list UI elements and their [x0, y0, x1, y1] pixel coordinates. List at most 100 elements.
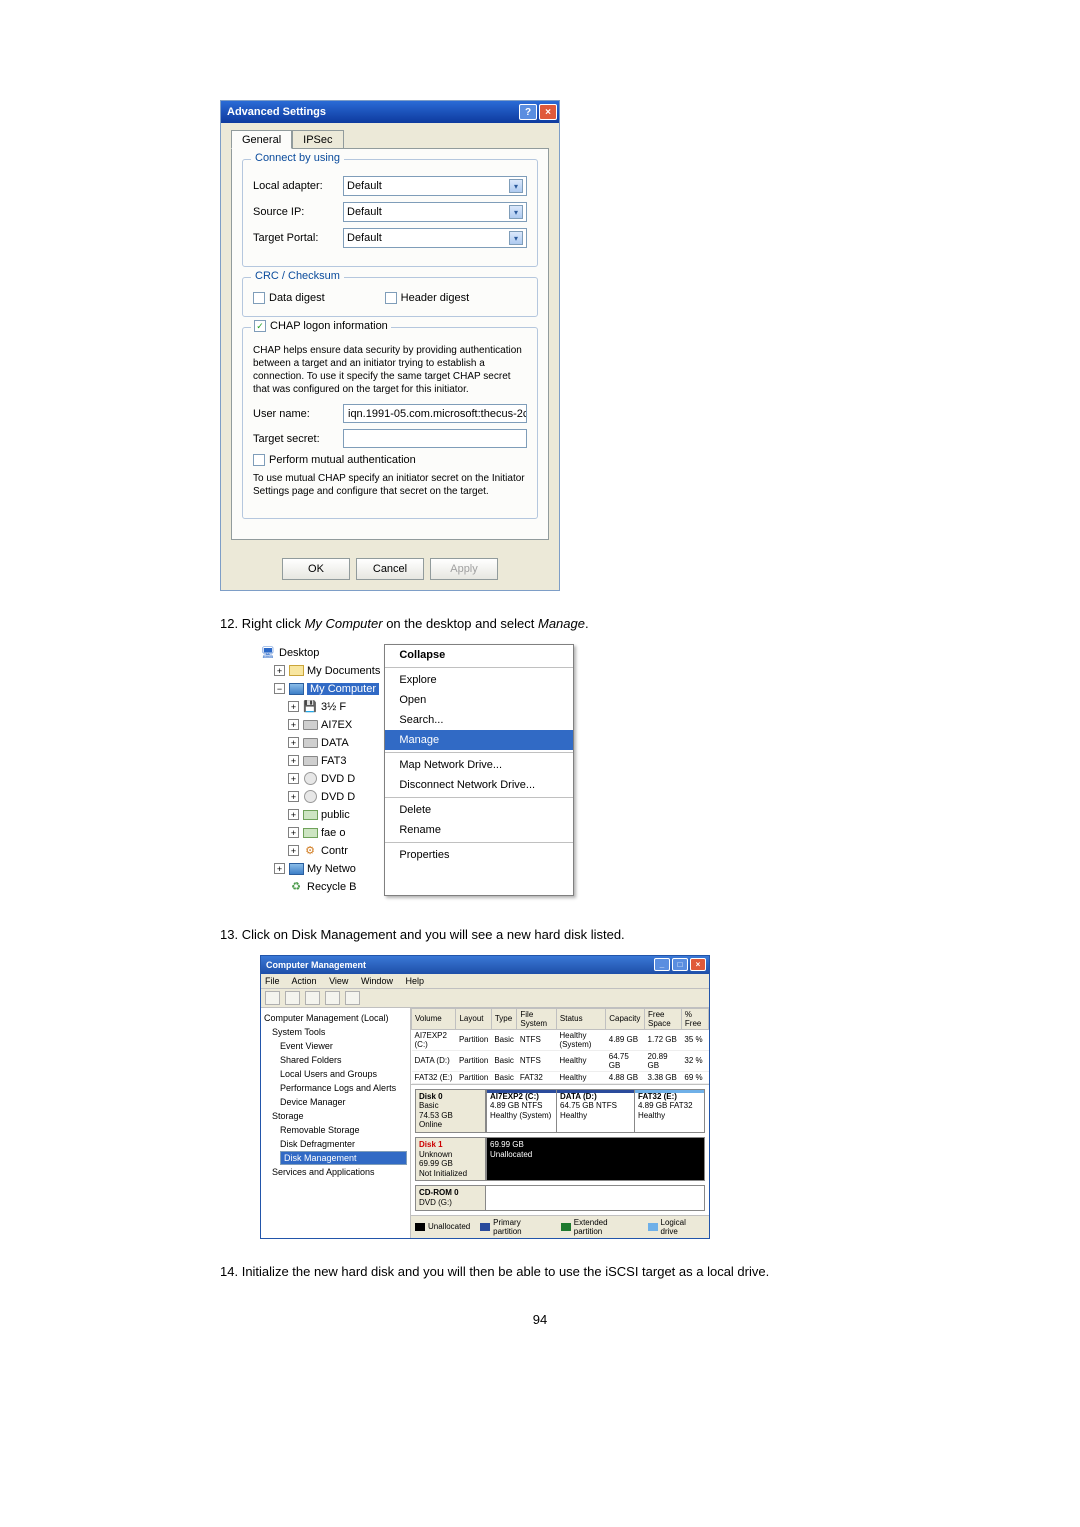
table-row[interactable]: DATA (D:)PartitionBasicNTFSHealthy64.75 …: [412, 1050, 709, 1071]
data-digest-checkbox[interactable]: [253, 292, 265, 304]
tree-node[interactable]: My Documents: [307, 665, 380, 677]
cancel-button[interactable]: Cancel: [356, 558, 424, 580]
tree-node[interactable]: DVD D: [321, 773, 355, 785]
expand-icon[interactable]: +: [288, 719, 299, 730]
expand-icon[interactable]: +: [288, 845, 299, 856]
expand-icon[interactable]: +: [274, 863, 285, 874]
tab-ipsec[interactable]: IPSec: [292, 130, 343, 149]
col-pct[interactable]: % Free: [681, 1008, 708, 1029]
minimize-icon[interactable]: _: [654, 958, 670, 971]
tree-node[interactable]: 3½ F: [321, 701, 346, 713]
help-icon[interactable]: ?: [519, 104, 537, 120]
menu-item-manage[interactable]: Manage: [385, 730, 573, 750]
tree-node[interactable]: Storage: [272, 1109, 407, 1123]
menu-item-open[interactable]: Open: [385, 690, 573, 710]
expand-icon[interactable]: +: [274, 665, 285, 676]
partition-e[interactable]: FAT32 (E:)4.89 GB FAT32Healthy: [634, 1090, 704, 1132]
col-capacity[interactable]: Capacity: [606, 1008, 645, 1029]
tree-node[interactable]: System Tools: [272, 1025, 407, 1039]
expand-icon[interactable]: +: [288, 827, 299, 838]
dialog-titlebar[interactable]: Advanced Settings ? ×: [221, 101, 559, 123]
close-icon[interactable]: ×: [690, 958, 706, 971]
col-fs[interactable]: File System: [517, 1008, 557, 1029]
target-secret-label: Target secret:: [253, 433, 343, 445]
menu-item-collapse[interactable]: Collapse: [385, 645, 573, 665]
tree-node[interactable]: Device Manager: [280, 1095, 407, 1109]
menu-item-rename[interactable]: Rename: [385, 820, 573, 840]
menu-action[interactable]: Action: [292, 976, 317, 986]
partition-c[interactable]: AI7EXP2 (C:)4.89 GB NTFSHealthy (System): [486, 1090, 556, 1132]
tree-node-disk-management[interactable]: Disk Management: [280, 1151, 407, 1165]
tree-node[interactable]: public: [321, 809, 350, 821]
tree-node[interactable]: My Netwo: [307, 863, 356, 875]
expand-icon[interactable]: +: [288, 701, 299, 712]
chap-logon-checkbox[interactable]: ✓: [254, 320, 266, 332]
menu-item-properties[interactable]: Properties: [385, 845, 573, 865]
expand-icon[interactable]: +: [288, 809, 299, 820]
menu-view[interactable]: View: [329, 976, 348, 986]
expand-icon[interactable]: +: [288, 755, 299, 766]
toolbar-button[interactable]: [325, 991, 340, 1005]
expand-icon[interactable]: +: [288, 791, 299, 802]
mutual-auth-checkbox[interactable]: [253, 454, 265, 466]
disk-0-row[interactable]: Disk 0Basic74.53 GBOnline AI7EXP2 (C:)4.…: [415, 1089, 705, 1133]
target-portal-select[interactable]: Default ▾: [343, 228, 527, 248]
close-icon[interactable]: ×: [539, 104, 557, 120]
tree-node[interactable]: Contr: [321, 845, 348, 857]
header-digest-checkbox[interactable]: [385, 292, 397, 304]
tree-node[interactable]: fae o: [321, 827, 345, 839]
ok-button[interactable]: OK: [282, 558, 350, 580]
apply-button[interactable]: Apply: [430, 558, 498, 580]
cdrom-row[interactable]: CD-ROM 0DVD (G:): [415, 1185, 705, 1210]
tree-node[interactable]: Services and Applications: [272, 1165, 407, 1179]
menu-item-disconnect-drive[interactable]: Disconnect Network Drive...: [385, 775, 573, 795]
tree-node[interactable]: Disk Defragmenter: [280, 1137, 407, 1151]
collapse-icon[interactable]: −: [274, 683, 285, 694]
menu-separator: [385, 842, 573, 843]
tree-node[interactable]: DATA: [321, 737, 349, 749]
tab-general[interactable]: General: [231, 130, 292, 149]
expand-icon[interactable]: +: [288, 737, 299, 748]
table-row[interactable]: FAT32 (E:)PartitionBasicFAT32Healthy4.88…: [412, 1071, 709, 1083]
table-row[interactable]: AI7EXP2 (C:)PartitionBasicNTFSHealthy (S…: [412, 1029, 709, 1050]
user-name-input[interactable]: iqn.1991-05.com.microsoft:thecus-2c1fb4b…: [343, 404, 527, 423]
source-ip-select[interactable]: Default ▾: [343, 202, 527, 222]
menu-file[interactable]: File: [265, 976, 280, 986]
partition-unallocated[interactable]: 69.99 GBUnallocated: [486, 1138, 704, 1180]
disk-1-row[interactable]: Disk 1Unknown69.99 GBNot Initialized 69.…: [415, 1137, 705, 1181]
toolbar-button[interactable]: [345, 991, 360, 1005]
local-adapter-select[interactable]: Default ▾: [343, 176, 527, 196]
menu-window[interactable]: Window: [361, 976, 393, 986]
col-status[interactable]: Status: [556, 1008, 605, 1029]
tree-node[interactable]: Shared Folders: [280, 1053, 407, 1067]
tree-node[interactable]: Performance Logs and Alerts: [280, 1081, 407, 1095]
window-titlebar[interactable]: Computer Management _ □ ×: [261, 956, 709, 974]
menu-item-map-drive[interactable]: Map Network Drive...: [385, 755, 573, 775]
tree-node[interactable]: Event Viewer: [280, 1039, 407, 1053]
menu-help[interactable]: Help: [405, 976, 424, 986]
tree-node[interactable]: Recycle B: [307, 881, 357, 893]
tree-node[interactable]: Local Users and Groups: [280, 1067, 407, 1081]
col-free[interactable]: Free Space: [645, 1008, 682, 1029]
col-layout[interactable]: Layout: [456, 1008, 491, 1029]
tree-node[interactable]: DVD D: [321, 791, 355, 803]
expand-icon[interactable]: +: [288, 773, 299, 784]
tree-node[interactable]: Removable Storage: [280, 1123, 407, 1137]
tree-root[interactable]: Computer Management (Local): [264, 1011, 407, 1025]
toolbar-button[interactable]: [265, 991, 280, 1005]
menu-item-explore[interactable]: Explore: [385, 670, 573, 690]
tree-node[interactable]: FAT3: [321, 755, 346, 767]
tree-node-selected[interactable]: My Computer: [307, 683, 379, 695]
tree-node[interactable]: Desktop: [279, 647, 319, 659]
col-volume[interactable]: Volume: [412, 1008, 456, 1029]
col-type[interactable]: Type: [491, 1008, 517, 1029]
menu-item-search[interactable]: Search...: [385, 710, 573, 730]
toolbar-button[interactable]: [305, 991, 320, 1005]
target-secret-input[interactable]: [343, 429, 527, 448]
maximize-icon[interactable]: □: [672, 958, 688, 971]
partition-d[interactable]: DATA (D:)64.75 GB NTFSHealthy: [556, 1090, 634, 1132]
tree-node[interactable]: AI7EX: [321, 719, 352, 731]
menubar[interactable]: File Action View Window Help: [261, 974, 709, 989]
toolbar-button[interactable]: [285, 991, 300, 1005]
menu-item-delete[interactable]: Delete: [385, 800, 573, 820]
